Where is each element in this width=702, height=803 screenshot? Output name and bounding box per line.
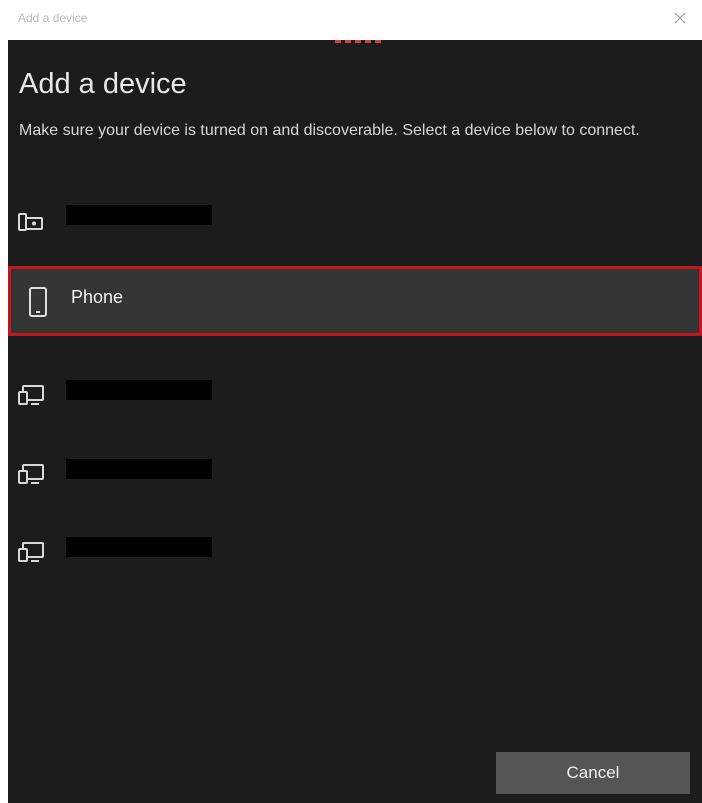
title-bar: Add a device bbox=[0, 0, 702, 40]
close-icon[interactable] bbox=[668, 6, 692, 30]
redacted-device-name bbox=[66, 205, 212, 225]
dialog-heading: Add a device bbox=[19, 68, 187, 100]
device-item-4[interactable] bbox=[8, 449, 702, 519]
dialog-panel: Add a device Make sure your device is tu… bbox=[8, 40, 702, 803]
phone-icon bbox=[24, 286, 54, 317]
display-device-icon bbox=[16, 380, 46, 410]
device-item-3[interactable] bbox=[8, 370, 702, 440]
cancel-button[interactable]: Cancel bbox=[496, 752, 690, 794]
redacted-device-name bbox=[66, 537, 212, 557]
progress-dot bbox=[375, 40, 381, 43]
device-name-phone: Phone bbox=[71, 287, 124, 307]
progress-dot bbox=[355, 40, 361, 43]
progress-dot bbox=[365, 40, 371, 43]
redacted-device-name bbox=[66, 380, 212, 400]
progress-dot bbox=[345, 40, 351, 43]
dialog-instructions: Make sure your device is turned on and d… bbox=[19, 122, 640, 139]
window-title: Add a device bbox=[18, 11, 88, 25]
device-item-phone[interactable]: Phone bbox=[8, 266, 702, 336]
add-device-window: Add a device Add a device Make sure your… bbox=[0, 0, 702, 803]
display-device-icon bbox=[16, 459, 46, 489]
device-item-5[interactable] bbox=[8, 527, 702, 597]
display-device-icon bbox=[16, 537, 46, 567]
device-item-1[interactable] bbox=[8, 195, 702, 265]
progress-indicator bbox=[335, 40, 381, 43]
redacted-device-name bbox=[66, 459, 212, 479]
progress-dot bbox=[335, 40, 341, 43]
headset-device-icon bbox=[16, 207, 46, 237]
